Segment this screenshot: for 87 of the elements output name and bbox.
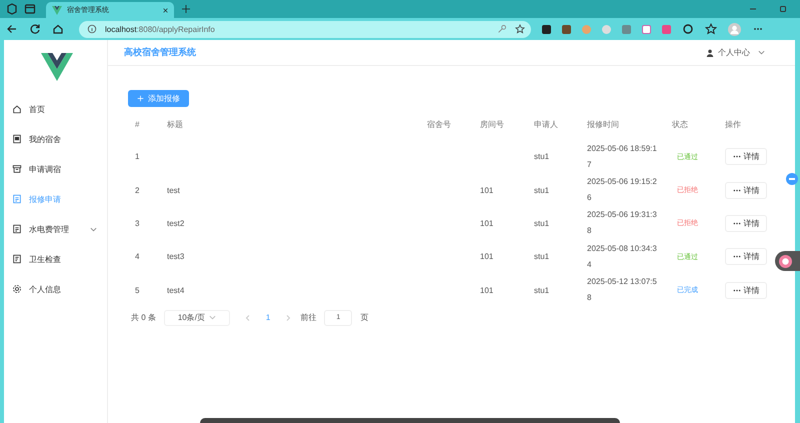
- sidebar-item[interactable]: 个人信息: [4, 274, 107, 304]
- extension-icon[interactable]: [542, 24, 551, 34]
- sidebar-item[interactable]: 申请调宿: [4, 154, 107, 184]
- column-header: 房间号: [479, 118, 505, 130]
- table-cell-text: stu1: [533, 252, 550, 262]
- column-header: #: [134, 120, 140, 128]
- total-count: 共 0 条: [131, 312, 156, 324]
- more-icon: [732, 155, 740, 158]
- close-icon[interactable]: [163, 8, 168, 12]
- column-header: 报修时间: [586, 118, 620, 130]
- table-cell-text: 4: [134, 252, 140, 262]
- table-cell-text: 2025-05-08 10:34:34: [586, 242, 658, 271]
- table-cell-text: stu1: [533, 186, 550, 195]
- column-header: 操作: [724, 118, 742, 130]
- more-icon: [732, 255, 740, 258]
- picture-icon: [12, 134, 22, 144]
- star-icon[interactable]: [515, 24, 525, 34]
- translate-icon: [779, 254, 792, 268]
- table-cell-text: stu1: [533, 218, 550, 228]
- maximize-icon[interactable]: [778, 4, 788, 14]
- user-icon: [706, 48, 714, 56]
- table-cell-text: 2025-05-06 19:15:26: [586, 176, 658, 204]
- address-bar[interactable]: localhost:8080/applyRepairInfo: [79, 20, 531, 38]
- extension-icon[interactable]: [562, 24, 571, 34]
- table-cell-text: stu1: [533, 286, 550, 295]
- document-icon: [12, 224, 22, 234]
- box-icon: [12, 164, 22, 174]
- key-icon[interactable]: [497, 24, 507, 34]
- table-cell-text: 1: [134, 152, 140, 162]
- table-cell-text: 2: [134, 186, 140, 195]
- table-cell-text: stu1: [533, 152, 550, 162]
- details-button[interactable]: 详情: [725, 248, 767, 266]
- table-cell-text: 101: [479, 218, 494, 228]
- floating-widget[interactable]: [775, 251, 800, 271]
- table-cell-text: 101: [479, 252, 494, 262]
- url-text: localhost:8080/applyRepairInfo: [105, 24, 215, 34]
- details-button[interactable]: 详情: [725, 282, 767, 299]
- logo-icon: [40, 53, 72, 81]
- table-cell-text: test: [166, 186, 181, 195]
- document-icon: [12, 194, 22, 204]
- details-button[interactable]: 详情: [725, 182, 767, 199]
- favorites-icon[interactable]: [705, 23, 717, 35]
- plus-icon: [137, 95, 144, 102]
- column-header: 宿舍号: [426, 118, 452, 130]
- extensions-icon[interactable]: [682, 23, 694, 35]
- home-icon: [12, 104, 22, 114]
- info-icon: [87, 24, 97, 34]
- reload-icon[interactable]: [29, 23, 41, 35]
- caret-icon: [208, 314, 216, 322]
- sidebar-item[interactable]: 我的宿舍: [4, 124, 107, 154]
- settings-icon: [12, 284, 22, 294]
- table-cell-text: test2: [166, 218, 186, 228]
- table-cell-text: 101: [479, 286, 494, 295]
- sidebar-item[interactable]: 首页: [4, 94, 107, 124]
- table-cell-text: test3: [166, 252, 186, 262]
- details-button[interactable]: 详情: [725, 148, 767, 166]
- column-header: 状态: [671, 118, 689, 130]
- caret-icon: [90, 226, 97, 232]
- new-tab-icon[interactable]: [182, 5, 190, 13]
- back-icon[interactable]: [6, 23, 18, 35]
- page-size-select[interactable]: 10条/页: [164, 310, 230, 326]
- user-menu[interactable]: 个人中心: [706, 47, 765, 58]
- home-icon[interactable]: [52, 23, 64, 35]
- badge-icon[interactable]: [786, 173, 798, 185]
- table-cell-text: 2025-05-12 13:07:58: [586, 276, 658, 304]
- caret-icon: [758, 49, 765, 56]
- sidebar-item[interactable]: 卫生检查: [4, 244, 107, 274]
- more-icon: [732, 222, 740, 225]
- table-cell-text: 5: [134, 286, 140, 295]
- tab-actions-icon[interactable]: [24, 3, 36, 15]
- table-cell-text: 2025-05-06 18:59:17: [586, 142, 658, 171]
- details-button[interactable]: 详情: [725, 214, 767, 232]
- table-cell-text: 2025-05-06 19:31:38: [586, 209, 658, 238]
- table-cell-text: 3: [134, 218, 140, 228]
- column-header: 申请人: [533, 118, 559, 130]
- column-header: 标题: [166, 118, 184, 130]
- table-cell-text: test4: [166, 286, 186, 295]
- more-icon: [732, 188, 740, 192]
- more-icon: [732, 288, 740, 292]
- sidebar-item[interactable]: 水电费管理: [4, 214, 107, 244]
- goto-label: 前往: [300, 312, 316, 324]
- workspaces-icon[interactable]: [6, 3, 18, 15]
- table-cell-text: 101: [479, 186, 494, 195]
- document-icon: [12, 254, 22, 264]
- app-title: 高校宿舍管理系统: [124, 46, 196, 59]
- page-unit: 页: [360, 312, 368, 324]
- logo-icon: [52, 6, 62, 14]
